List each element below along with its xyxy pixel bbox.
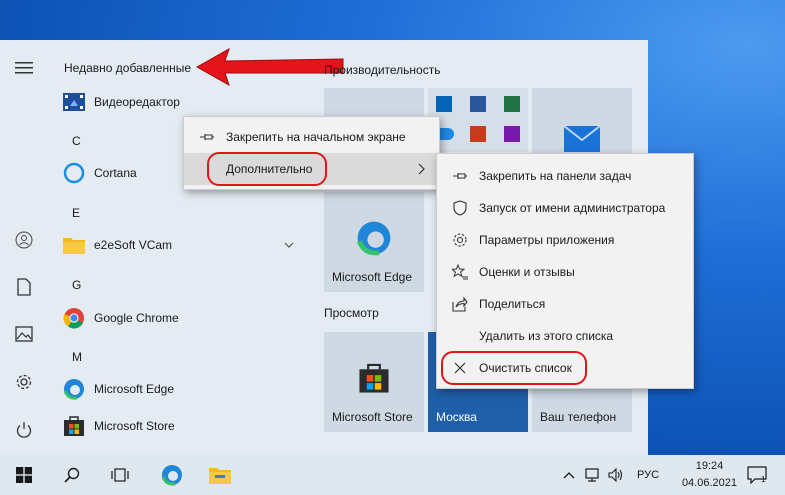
- speaker-icon: [608, 468, 623, 482]
- app-label: e2eSoft VCam: [94, 238, 173, 252]
- edge-icon: [356, 221, 391, 256]
- search-icon: [64, 467, 80, 483]
- task-view-icon: [111, 468, 129, 482]
- chevron-up-icon: [563, 472, 575, 479]
- volume-tray-icon[interactable]: [606, 455, 628, 495]
- app-label: Google Chrome: [94, 311, 179, 325]
- taskbar-file-explorer[interactable]: [196, 455, 244, 495]
- red-highlight-more: [207, 152, 327, 186]
- word-icon: [470, 96, 486, 112]
- tile-label: Москва: [436, 410, 477, 424]
- onenote-icon: [504, 126, 520, 142]
- network-icon: [585, 468, 599, 482]
- clock-time: 19:24: [695, 460, 724, 472]
- video-editor-icon: [62, 90, 86, 114]
- windows-logo-icon: [16, 467, 32, 483]
- notification-count: 1: [761, 475, 766, 484]
- star-review-icon: [451, 263, 469, 281]
- app-label: Microsoft Store: [94, 419, 175, 433]
- cortana-icon: [62, 161, 86, 185]
- share-icon: [451, 295, 469, 313]
- letter-header[interactable]: E: [72, 206, 80, 220]
- tile-label: Microsoft Store: [332, 410, 413, 424]
- search-button[interactable]: [48, 455, 96, 495]
- app-label: Cortana: [94, 166, 137, 180]
- red-arrow-annotation: [195, 47, 344, 87]
- windows-start-button[interactable]: [0, 455, 48, 495]
- menu-item-label: Запуск от имени администратора: [479, 201, 666, 215]
- group-title-browse[interactable]: Просмотр: [324, 306, 379, 320]
- chrome-icon: [62, 306, 86, 330]
- menu-item-rate-review[interactable]: Оценки и отзывы: [437, 256, 693, 288]
- tile-microsoft-store[interactable]: Microsoft Store: [324, 332, 424, 432]
- menu-item-label: Закрепить на начальном экране: [226, 130, 406, 144]
- letter-header[interactable]: M: [72, 350, 82, 364]
- store-icon: [62, 414, 86, 438]
- task-view-button[interactable]: [96, 455, 144, 495]
- show-hidden-icons-button[interactable]: [558, 455, 580, 495]
- store-icon: [359, 363, 389, 393]
- action-center-button[interactable]: 1: [738, 455, 776, 495]
- menu-item-run-as-admin[interactable]: Запуск от имени администратора: [437, 192, 693, 224]
- excel-icon: [504, 96, 520, 112]
- menu-item-label: Поделиться: [479, 297, 546, 311]
- app-google-chrome[interactable]: Google Chrome: [62, 304, 179, 332]
- clock[interactable]: 19:24 04.06.2021: [682, 458, 737, 492]
- menu-item-share[interactable]: Поделиться: [437, 288, 693, 320]
- menu-item-remove-from-list[interactable]: Удалить из этого списка: [437, 320, 693, 352]
- taskbar: РУС 19:24 04.06.2021 1: [0, 455, 785, 495]
- tile-microsoft-edge[interactable]: Microsoft Edge: [324, 192, 424, 292]
- clock-date: 04.06.2021: [681, 477, 737, 489]
- app-microsoft-store[interactable]: Microsoft Store: [62, 412, 175, 440]
- tile-office-apps[interactable]: [428, 88, 528, 152]
- folder-icon: [62, 233, 86, 257]
- recently-added-header: Недавно добавленные: [64, 61, 192, 75]
- pictures-icon[interactable]: [12, 322, 36, 346]
- group-title-productivity[interactable]: Производительность: [324, 63, 440, 77]
- menu-item-label: Оценки и отзывы: [479, 265, 575, 279]
- app-cortana[interactable]: Cortana: [62, 159, 137, 187]
- menu-item-label: Закрепить на панели задач: [479, 169, 632, 183]
- menu-item-label: Удалить из этого списка: [479, 329, 614, 343]
- pin-icon: [198, 128, 216, 146]
- network-tray-icon[interactable]: [582, 455, 604, 495]
- powerpoint-icon: [470, 126, 486, 142]
- menu-item-app-settings[interactable]: Параметры приложения: [437, 224, 693, 256]
- edge-icon: [62, 377, 86, 401]
- power-icon[interactable]: [12, 418, 36, 442]
- menu-item-label: Параметры приложения: [479, 233, 615, 247]
- menu-item-pin-start[interactable]: Закрепить на начальном экране: [184, 121, 439, 153]
- edge-icon: [161, 465, 182, 486]
- start-rail: [0, 40, 48, 455]
- outlook-icon: [436, 96, 452, 112]
- chevron-right-icon: [418, 163, 425, 178]
- red-highlight-clear-list: [441, 351, 587, 385]
- app-label: Видеоредактор: [94, 95, 180, 109]
- hamburger-menu-icon[interactable]: [12, 56, 36, 80]
- input-language-indicator[interactable]: РУС: [632, 455, 664, 495]
- letter-header[interactable]: C: [72, 134, 81, 148]
- gear-icon: [451, 231, 469, 249]
- taskbar-edge[interactable]: [148, 455, 196, 495]
- mail-icon: [564, 126, 600, 152]
- shield-icon: [451, 199, 469, 217]
- app-list: Недавно добавленные Видеоредактор C Cort…: [48, 40, 310, 455]
- user-account-icon[interactable]: [12, 228, 36, 252]
- settings-gear-icon[interactable]: [12, 370, 36, 394]
- chevron-down-icon[interactable]: [284, 238, 294, 252]
- documents-icon[interactable]: [12, 275, 36, 299]
- tile-label: Ваш телефон: [540, 410, 617, 424]
- folder-icon: [209, 468, 231, 484]
- app-e2esoft-vcam[interactable]: e2eSoft VCam: [62, 231, 302, 259]
- app-label: Microsoft Edge: [94, 382, 175, 396]
- letter-header[interactable]: G: [72, 278, 81, 292]
- tile-label: Microsoft Edge: [332, 270, 413, 284]
- menu-item-pin-taskbar[interactable]: Закрепить на панели задач: [437, 160, 693, 192]
- app-microsoft-edge[interactable]: Microsoft Edge: [62, 375, 174, 403]
- pin-icon: [451, 167, 469, 185]
- app-video-editor[interactable]: Видеоредактор: [62, 88, 180, 116]
